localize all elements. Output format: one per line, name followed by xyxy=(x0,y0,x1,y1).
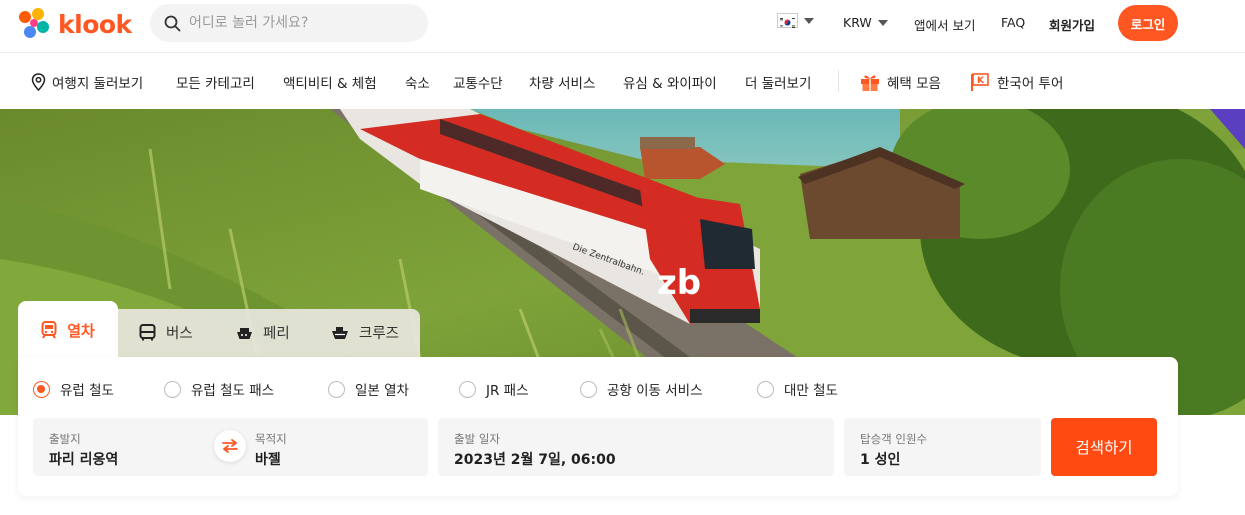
nav-item-categories[interactable]: 모든 카테고리 xyxy=(176,72,255,92)
currency-label: KRW xyxy=(843,15,872,30)
passengers-label: 탑승객 인원수 xyxy=(860,432,928,446)
nav-label: 숙소 xyxy=(405,76,430,92)
destination-label: 목적지 xyxy=(255,432,287,446)
login-button[interactable]: 로그인 xyxy=(1118,5,1178,41)
nav-label: 혜택 모음 xyxy=(887,76,941,92)
logo-text: klook xyxy=(58,9,132,39)
search-input[interactable] xyxy=(189,15,409,31)
swap-arrows-icon xyxy=(222,439,238,453)
category-nav: 여행지 둘러보기 모든 카테고리 액티비티 & 체험 숙소 교통수단 차량 서비… xyxy=(0,53,1245,109)
origin-value[interactable]: 파리 리옹역 xyxy=(49,449,118,469)
passengers-value: 1 성인 xyxy=(860,452,901,468)
radio-icon xyxy=(757,380,774,398)
radio-taiwan-rail[interactable]: 대만 철도 xyxy=(757,379,838,399)
passengers-field[interactable]: 탑승객 인원수 1 성인 xyxy=(844,418,1041,476)
language-selector[interactable] xyxy=(777,13,814,28)
radio-icon xyxy=(580,380,597,398)
app-view-link[interactable]: 앱에서 보기 xyxy=(914,15,975,34)
train-icon xyxy=(41,321,57,339)
nav-label: 더 둘러보기 xyxy=(745,76,812,92)
radio-label: 공항 이동 서비스 xyxy=(607,383,703,399)
radio-airport-transfer[interactable]: 공항 이동 서비스 xyxy=(580,379,703,399)
svg-text:K: K xyxy=(977,76,985,86)
radio-europe-pass[interactable]: 유럽 철도 패스 xyxy=(164,379,274,399)
klook-logo-icon xyxy=(19,8,49,38)
swap-button[interactable] xyxy=(214,430,246,462)
ferry-icon xyxy=(237,327,252,339)
nav-item-stays[interactable]: 숙소 xyxy=(405,72,430,92)
korea-flag-icon xyxy=(777,13,798,28)
origin-label: 출발지 xyxy=(49,432,81,446)
chevron-down-icon xyxy=(877,19,888,26)
tab-label: 크루즈 xyxy=(359,326,400,342)
nav-label: 교통수단 xyxy=(453,76,503,92)
signup-link[interactable]: 회원가입 xyxy=(1049,15,1095,34)
nav-item-sim-wifi[interactable]: 유심 & 와이파이 xyxy=(623,72,717,92)
bus-icon xyxy=(139,324,156,341)
nav-item-korean-tours[interactable]: K 한국어 투어 xyxy=(969,72,1063,92)
tab-cruise[interactable]: 크루즈 xyxy=(331,322,399,343)
radio-europe-rail[interactable]: 유럽 철도 xyxy=(33,379,114,399)
tab-label: 페리 xyxy=(263,326,290,342)
radio-icon xyxy=(459,380,476,398)
tab-bus[interactable]: 버스 xyxy=(139,322,193,343)
nav-label: 한국어 투어 xyxy=(997,76,1064,92)
nav-label: 액티비티 & 체험 xyxy=(283,76,377,92)
faq-link[interactable]: FAQ xyxy=(1001,15,1025,30)
radio-label: 대만 철도 xyxy=(784,383,838,399)
location-pin-icon xyxy=(31,73,46,91)
nav-label: 모든 카테고리 xyxy=(176,76,255,92)
nav-item-deals[interactable]: 혜택 모음 xyxy=(859,72,941,92)
klook-logo[interactable]: klook xyxy=(16,7,132,41)
gift-icon xyxy=(861,75,879,91)
tab-train[interactable]: 열차 xyxy=(18,301,118,359)
nav-label: 차량 서비스 xyxy=(529,76,596,92)
tab-label: 열차 xyxy=(67,321,95,340)
radio-label: 일본 열차 xyxy=(355,383,409,399)
train-logo-text: zb xyxy=(657,263,701,303)
nav-item-transport[interactable]: 교통수단 xyxy=(453,72,503,92)
currency-selector[interactable]: KRW xyxy=(843,15,888,30)
cruise-icon xyxy=(332,326,348,339)
radio-selected-icon xyxy=(33,380,50,398)
nav-item-destinations[interactable]: 여행지 둘러보기 xyxy=(31,72,143,92)
chevron-down-icon xyxy=(804,17,814,24)
nav-item-more[interactable]: 더 둘러보기 xyxy=(745,72,811,92)
radio-japan-rail[interactable]: 일본 열차 xyxy=(328,379,409,399)
search-button[interactable]: 검색하기 xyxy=(1051,418,1157,476)
departure-date-field[interactable]: 출발 일자 2023년 2월 7일, 06:00 xyxy=(438,418,834,476)
nav-item-car-service[interactable]: 차량 서비스 xyxy=(529,72,595,92)
nav-label: 유심 & 와이파이 xyxy=(623,76,717,92)
radio-icon xyxy=(328,380,345,398)
search-icon xyxy=(164,15,181,31)
top-header: klook KRW 앱에서 보기 FAQ 회원가입 로그인 xyxy=(0,0,1245,53)
radio-label: 유럽 철도 패스 xyxy=(191,383,275,399)
radio-jr-pass[interactable]: JR 패스 xyxy=(459,379,529,399)
nav-item-activities[interactable]: 액티비티 & 체험 xyxy=(283,72,377,92)
tab-ferry[interactable]: 페리 xyxy=(236,322,290,343)
radio-label: JR 패스 xyxy=(486,383,529,399)
destination-value[interactable]: 바젤 xyxy=(255,449,281,469)
radio-icon xyxy=(164,380,181,398)
radio-label: 유럽 철도 xyxy=(60,383,114,399)
flag-k-icon: K xyxy=(971,73,989,91)
tab-label: 버스 xyxy=(166,326,193,342)
date-label: 출발 일자 xyxy=(454,432,500,446)
nav-label: 여행지 둘러보기 xyxy=(52,76,144,92)
nav-divider xyxy=(838,70,839,92)
date-value: 2023년 2월 7일, 06:00 xyxy=(454,452,616,468)
search-bar[interactable] xyxy=(150,4,428,42)
